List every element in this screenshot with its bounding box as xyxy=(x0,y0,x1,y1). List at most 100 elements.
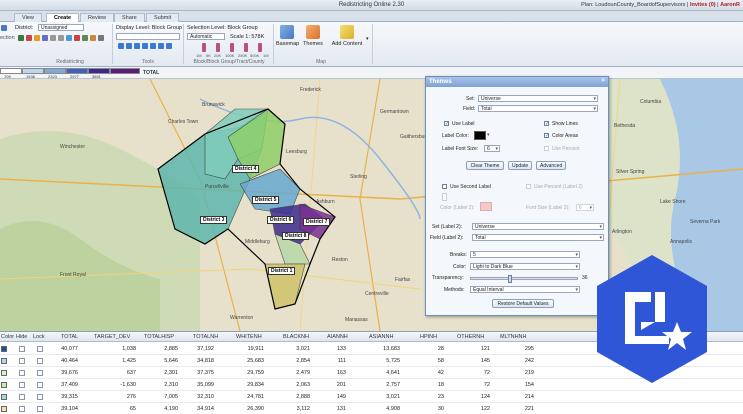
label-color-swatch[interactable] xyxy=(474,131,486,140)
use-label-checkbox[interactable]: ✓ xyxy=(444,121,449,127)
row-hide-checkbox[interactable] xyxy=(19,394,25,400)
use-percent-checkbox[interactable] xyxy=(544,146,549,151)
row-lock-checkbox[interactable] xyxy=(37,370,43,376)
column-header-target-dev[interactable]: TARGET_DEV xyxy=(94,334,130,340)
row-hide-checkbox[interactable] xyxy=(19,382,25,388)
update-button[interactable]: Update xyxy=(508,161,532,170)
table-row[interactable]: 39,315 276 7,005 32,310 24,781 2,888 149 3,021 2… xyxy=(0,391,743,403)
column-header-aiannh[interactable]: AIANNH xyxy=(327,334,348,340)
column-header-asiannh[interactable]: ASIANNH xyxy=(369,334,393,340)
scale-marker-icon[interactable] xyxy=(230,43,234,52)
measure-icon[interactable] xyxy=(166,43,172,49)
clear-theme-button[interactable]: Clear Theme xyxy=(466,161,504,170)
column-header-mltnhnh[interactable]: MLTNHNH xyxy=(500,334,526,340)
column-header-lock[interactable]: Lock xyxy=(33,334,45,340)
split-icon[interactable] xyxy=(82,35,88,41)
row-lock-checkbox[interactable] xyxy=(37,406,43,412)
column-header-color[interactable]: Color xyxy=(1,334,14,340)
district-label[interactable]: District 7 xyxy=(303,218,331,226)
district-label[interactable]: District 5 xyxy=(252,196,280,204)
row-color-swatch[interactable] xyxy=(1,406,7,412)
advanced-button[interactable]: Advanced xyxy=(536,161,566,170)
column-header-total[interactable]: TOTAL xyxy=(61,334,78,340)
color-label2-swatch[interactable] xyxy=(480,202,492,211)
transparency-slider[interactable] xyxy=(470,275,578,283)
row-color-swatch[interactable] xyxy=(1,358,7,364)
column-header-totalhisp[interactable]: TOTALHISP xyxy=(144,334,174,340)
full-extent-icon[interactable] xyxy=(150,43,156,49)
row-color-swatch[interactable] xyxy=(1,370,7,376)
display-level-select[interactable] xyxy=(116,33,180,40)
district-label[interactable]: District 8 xyxy=(282,232,310,240)
tab-submit[interactable]: Submit xyxy=(146,13,180,22)
scale-marker-icon[interactable] xyxy=(202,43,206,52)
use-percent-label2-checkbox[interactable] xyxy=(526,184,531,189)
lasso-icon[interactable] xyxy=(42,35,48,41)
fill-icon[interactable] xyxy=(34,35,40,41)
invites-link[interactable]: Invites (0) xyxy=(690,2,716,8)
district-label[interactable]: District 6 xyxy=(267,216,295,224)
merge-icon[interactable] xyxy=(90,35,96,41)
color-select[interactable]: Light to Dark Blue xyxy=(470,263,580,270)
row-hide-checkbox[interactable] xyxy=(19,406,25,412)
scale-marker-icon[interactable] xyxy=(216,43,220,52)
row-color-swatch[interactable] xyxy=(1,382,7,388)
use-second-label-checkbox[interactable] xyxy=(442,184,447,189)
district-label[interactable]: District 1 xyxy=(268,267,296,275)
undo-icon[interactable] xyxy=(50,35,56,41)
row-lock-checkbox[interactable] xyxy=(37,394,43,400)
paint-icon[interactable] xyxy=(18,35,24,41)
lock-icon[interactable] xyxy=(74,35,80,41)
row-lock-checkbox[interactable] xyxy=(37,358,43,364)
tab-review[interactable]: Review xyxy=(80,13,115,22)
row-color-swatch[interactable] xyxy=(1,394,7,400)
scale-marker-icon[interactable] xyxy=(244,43,248,52)
themes-dialog-title-bar[interactable]: Themes × xyxy=(426,77,608,87)
column-header-totalnh[interactable]: TOTALNH xyxy=(193,334,218,340)
erase-icon[interactable] xyxy=(26,35,32,41)
back-arrow-icon[interactable] xyxy=(118,43,124,49)
district-label[interactable]: District 4 xyxy=(232,165,260,173)
table-row[interactable]: 39,104 65 4,190 34,914 26,390 3,112 131 4,908 30… xyxy=(0,403,743,414)
automatic-select[interactable]: Automatic xyxy=(187,33,225,40)
row-hide-checkbox[interactable] xyxy=(19,370,25,376)
basemap-button[interactable]: Basemap xyxy=(276,25,299,47)
themes-button[interactable]: Themes xyxy=(302,25,324,47)
close-icon[interactable]: × xyxy=(601,78,605,84)
forward-arrow-icon[interactable] xyxy=(126,43,132,49)
row-hide-checkbox[interactable] xyxy=(19,358,25,364)
scale-marker-icon[interactable] xyxy=(258,43,262,52)
column-header-hpinh[interactable]: HPINH xyxy=(420,334,437,340)
methods-select[interactable]: Equal Interval xyxy=(470,286,580,293)
show-lines-checkbox[interactable]: ✓ xyxy=(544,121,549,127)
user-name[interactable]: AaronR xyxy=(720,2,740,8)
column-header-blacknh[interactable]: BLACKNH xyxy=(283,334,309,340)
set-select[interactable]: Universe xyxy=(478,95,598,102)
pan-icon[interactable] xyxy=(134,43,140,49)
restore-defaults-button[interactable]: Restore Default Values xyxy=(492,299,554,308)
font-size-label2-select[interactable]: 6 xyxy=(576,204,594,211)
district-label[interactable]: District 3 xyxy=(200,216,228,224)
column-header-hide[interactable]: Hide xyxy=(16,334,27,340)
field-select[interactable]: Total xyxy=(478,105,598,112)
themes-dialog[interactable]: Themes × Set: Universe Field: Total ✓ Us… xyxy=(425,76,609,316)
row-hide-checkbox[interactable] xyxy=(19,346,25,352)
tab-view[interactable]: View xyxy=(14,13,42,22)
chevron-down-icon[interactable]: ▾ xyxy=(366,36,369,42)
row-lock-checkbox[interactable] xyxy=(37,382,43,388)
identify-icon[interactable] xyxy=(158,43,164,49)
plan-name[interactable]: LoudounCounty_BoardofSupervisors xyxy=(595,2,685,8)
label-font-size-select[interactable]: 6 xyxy=(484,145,500,152)
select-tool-icon[interactable] xyxy=(1,25,7,31)
column-header-othernh[interactable]: OTHERNH xyxy=(457,334,484,340)
zoom-out-icon[interactable] xyxy=(142,43,148,49)
breaks-select[interactable]: 5 xyxy=(470,251,580,258)
tab-create[interactable]: Create xyxy=(46,13,80,22)
tab-share[interactable]: Share xyxy=(114,13,145,22)
set-label2-select[interactable]: Universe xyxy=(472,223,604,230)
zoom-in-icon[interactable] xyxy=(66,35,72,41)
color-areas-checkbox[interactable]: ✓ xyxy=(544,133,549,139)
chevron-down-icon[interactable]: ▾ xyxy=(487,132,490,138)
column-header-whitenh[interactable]: WHITENH xyxy=(236,334,262,340)
field-label2-select[interactable]: Total xyxy=(472,234,604,241)
